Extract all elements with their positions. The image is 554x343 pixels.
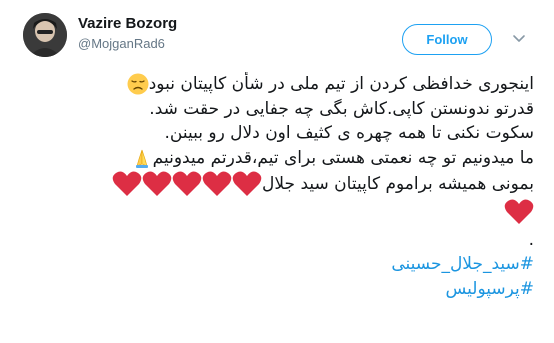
tweet-header: Vazire Bozorg @MojganRad6 Follow	[0, 0, 554, 62]
hashtag-link[interactable]: #پرسپولیس	[446, 279, 535, 299]
tweet-line-text: اینجوری خدافظی کردن از تیم ملی در شأن کا…	[148, 74, 534, 94]
tweet-line: سکوت نکنی تا همه چهره ی کثیف اون دلال رو…	[164, 123, 534, 143]
hashtag-link[interactable]: #سید_جلال_حسینی	[391, 254, 534, 274]
chevron-down-icon[interactable]	[512, 30, 526, 44]
red-heart-emoji-icon	[112, 170, 142, 198]
follow-button[interactable]: Follow	[402, 24, 492, 55]
tweet-line: اینجوری خدافظی کردن از تیم ملی در شأن کا…	[20, 72, 534, 97]
tweet-line-text: ما میدونیم تو چه نعمتی هستی برای تیم،قدر…	[152, 147, 534, 168]
tweet-dot: .	[528, 230, 534, 250]
tweet-line-text: بمونی همیشه براموم کاپیتان سید جلال	[262, 174, 534, 194]
avatar[interactable]	[23, 13, 67, 57]
red-heart-emoji-icon	[504, 198, 534, 226]
user-handle[interactable]: @MojganRad6	[78, 36, 165, 51]
red-heart-emoji-icon	[172, 170, 202, 198]
display-name[interactable]: Vazire Bozorg	[78, 15, 177, 32]
tweet-line: ما میدونیم تو چه نعمتی هستی برای تیم،قدر…	[20, 146, 534, 171]
tweet-line: بمونی همیشه براموم کاپیتان سید جلال	[20, 170, 534, 198]
tweet-line: #پرسپولیس	[20, 277, 535, 302]
red-heart-emoji-icon	[142, 170, 172, 198]
red-heart-emoji-icon	[232, 170, 262, 198]
tweet-line: #سید_جلال_حسینی	[20, 252, 534, 277]
disappointed-face-emoji-icon	[127, 73, 149, 95]
folded-hands-emoji-icon	[131, 147, 153, 169]
tweet-line: قدرتو ندونستن کاپی.کاش بگی چه جفایی در ح…	[149, 98, 534, 119]
tweet-line	[20, 198, 534, 228]
red-heart-emoji-icon	[202, 170, 232, 198]
tweet-text: اینجوری خدافظی کردن از تیم ملی در شأن کا…	[20, 72, 534, 301]
hearts-row	[112, 170, 262, 198]
